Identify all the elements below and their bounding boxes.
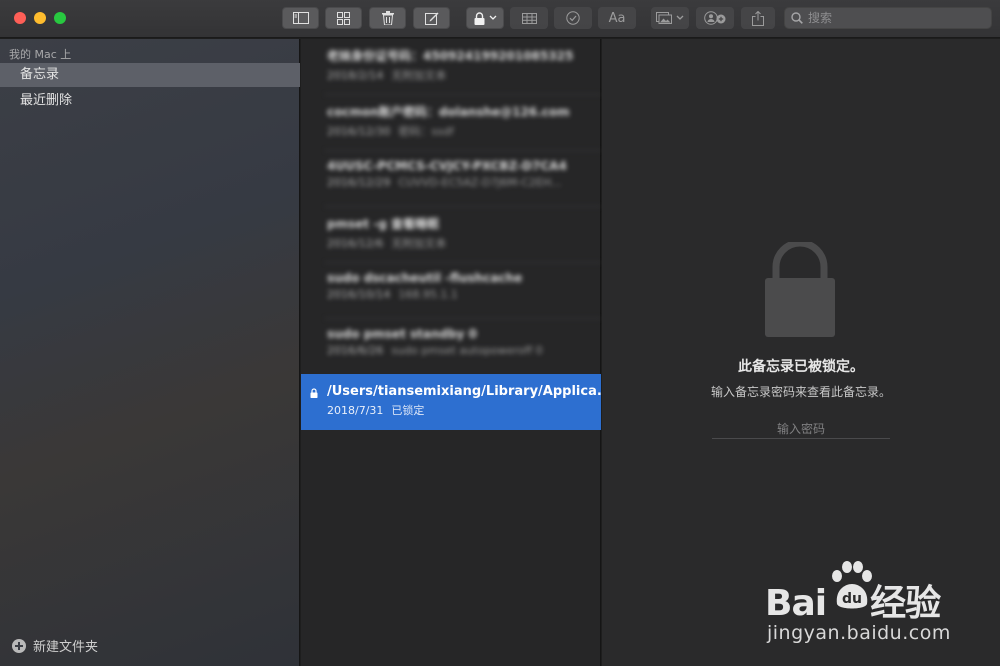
gallery-grid-icon (337, 11, 350, 25)
note-title: /Users/tiansemixiang/Library/Applica... (327, 384, 601, 399)
list-item[interactable]: 老妹身份证号码：450924199201085325 2018/2/14 无附加文… (301, 39, 601, 95)
note-title: 老妹身份证号码：450924199201085325 (327, 49, 574, 63)
insert-table-button[interactable] (510, 7, 548, 29)
media-menu-button[interactable] (651, 7, 689, 29)
checklist-icon (566, 11, 580, 25)
sidebar-section-heading: 我的 Mac 上 (9, 48, 72, 61)
lock-icon (474, 11, 484, 25)
search-icon (791, 12, 803, 24)
list-item[interactable]: sudo pmset standby 0 2016/6/26 sudo pmset… (301, 319, 601, 375)
add-person-icon (704, 11, 726, 25)
sidebar-item-recently-deleted[interactable]: 最近删除 (0, 89, 300, 113)
note-date: 2016/12/29 (327, 176, 391, 189)
chevron-down-icon (489, 15, 496, 20)
format-button[interactable]: Aa (598, 7, 636, 29)
table-icon (521, 12, 537, 24)
share-icon (752, 10, 764, 26)
chevron-down-icon (676, 15, 684, 20)
folders-sidebar: 我的 Mac 上 备忘录 最近删除 新建文件夹 (0, 39, 300, 666)
gallery-view-button[interactable] (325, 7, 362, 29)
close-window-button[interactable] (14, 12, 26, 24)
list-item[interactable]: 4UUSC-PCMCS-CVJCY-PXCBZ-D7CA4 2016/12/29… (301, 151, 601, 207)
note-preview: 密码：ssdf (398, 125, 454, 138)
search-field[interactable] (784, 7, 992, 29)
list-item[interactable]: sudo dscacheutil -flushcache 2016/10/14 1… (301, 263, 601, 319)
new-folder-label: 新建文件夹 (33, 640, 99, 655)
note-date: 2016/10/14 (327, 288, 391, 301)
zoom-window-button[interactable] (54, 12, 66, 24)
note-title: sudo pmset standby 0 (327, 327, 478, 341)
sidebar-toggle-icon (292, 12, 309, 24)
note-preview: 无附加文本 (391, 237, 447, 250)
note-preview: 168.95.1.1 (398, 288, 458, 301)
toolbar: Aa (0, 0, 1000, 38)
share-button[interactable] (741, 7, 775, 29)
note-title: 4UUSC-PCMCS-CVJCY-PXCBZ-D7CA4 (327, 159, 567, 173)
note-date: 2016/12/30 (327, 125, 391, 138)
note-preview: sudo pmset autopoweroff 0 (391, 344, 543, 357)
note-status: 已锁定 (391, 404, 425, 417)
lock-icon (310, 388, 318, 398)
note-date: 2018/2/14 (327, 69, 384, 82)
toggle-sidebar-button[interactable] (282, 7, 319, 29)
note-date: 2018/7/31 (327, 404, 384, 417)
note-title: cocmon账户密码：dolanshe@126.com (327, 105, 570, 119)
locked-message-subtitle: 输入备忘录密码来查看此备忘录。 (710, 385, 891, 399)
format-text-icon: Aa (608, 10, 626, 26)
trash-icon (381, 11, 394, 25)
note-title: sudo dscacheutil -flushcache (327, 271, 523, 285)
media-icon (656, 12, 672, 24)
notes-list: 老妹身份证号码：450924199201085325 2018/2/14 无附加文… (301, 39, 601, 666)
note-preview: CUVVD-EC5AZ-D7J6M-C2EH... (398, 176, 562, 189)
note-date: 2016/6/26 (327, 344, 384, 357)
delete-note-button[interactable] (369, 7, 406, 29)
note-detail-pane: 此备忘录已被锁定。 输入备忘录密码来查看此备忘录。 (602, 39, 1000, 666)
padlock-icon (765, 242, 835, 337)
minimize-window-button[interactable] (34, 12, 46, 24)
note-preview: 无附加文本 (391, 69, 447, 82)
add-circle-icon (12, 638, 26, 653)
search-input[interactable] (808, 11, 978, 25)
list-item-selected-locked-note[interactable]: /Users/tiansemixiang/Library/Applica... … (301, 374, 601, 430)
list-item[interactable]: pmset -g 查看睡眠 2016/12/6 无附加文本 (301, 207, 601, 263)
locked-message-title: 此备忘录已被锁定。 (738, 359, 864, 375)
password-field[interactable] (712, 419, 890, 439)
compose-icon (424, 12, 438, 25)
note-date: 2016/12/6 (327, 237, 384, 250)
list-item[interactable]: cocmon账户密码：dolanshe@126.com 2016/12/30 密码… (301, 95, 601, 151)
note-title: pmset -g 查看睡眠 (327, 217, 440, 231)
new-folder-button[interactable]: 新建文件夹 (12, 636, 98, 655)
sidebar-item-notes[interactable]: 备忘录 (0, 63, 300, 87)
compose-note-button[interactable] (413, 7, 450, 29)
lock-menu-button[interactable] (466, 7, 504, 29)
add-people-button[interactable] (696, 7, 734, 29)
checklist-button[interactable] (554, 7, 592, 29)
